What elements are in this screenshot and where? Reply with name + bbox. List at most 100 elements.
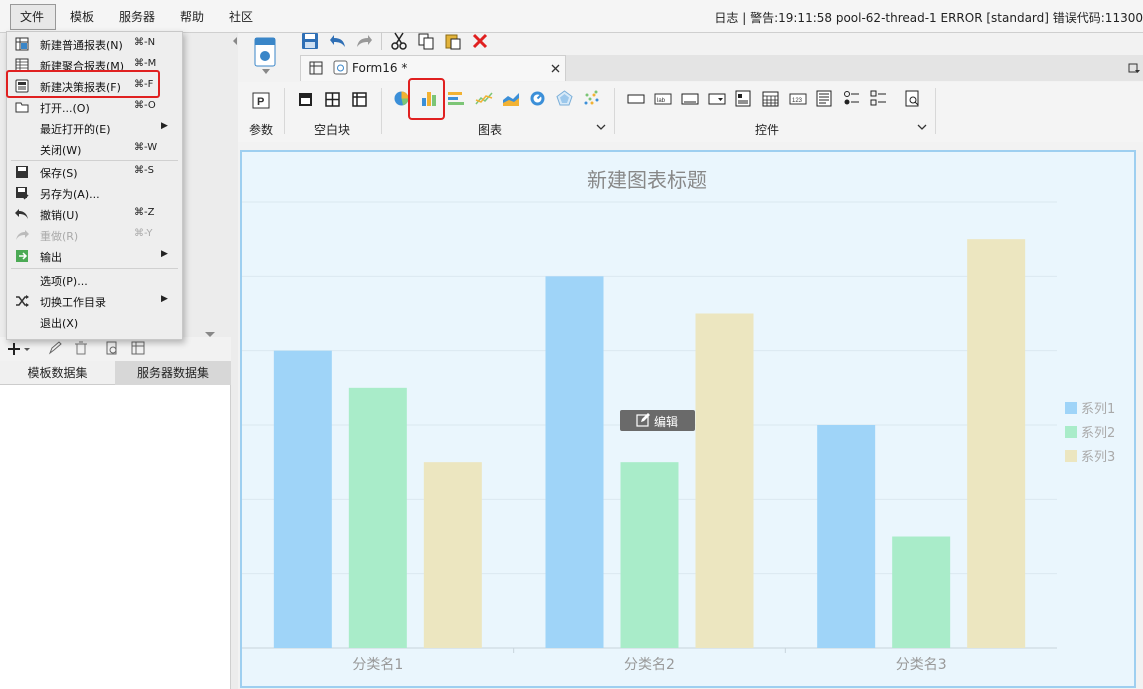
textbox-widget-icon[interactable]: [681, 92, 699, 106]
file-menu-item[interactable]: 另存为(A)...: [7, 183, 182, 204]
log-status-text[interactable]: 日志 | 警告:19:11:58 pool-62-thread-1 ERROR …: [714, 9, 1143, 26]
bar-chart-highlight: [408, 78, 445, 120]
combobox-widget-icon[interactable]: [708, 92, 726, 106]
absolute-layout-icon[interactable]: [298, 92, 313, 107]
chart-bars: [273, 239, 1026, 648]
form-widget-icon[interactable]: [735, 90, 751, 107]
date-widget-icon[interactable]: [762, 90, 779, 107]
area-chart-icon[interactable]: [502, 90, 520, 107]
edit-label: 编辑: [654, 415, 679, 429]
edit-icon[interactable]: [48, 341, 62, 355]
line-chart-icon[interactable]: [475, 90, 493, 107]
preview-icon[interactable]: [105, 341, 119, 355]
delete-icon[interactable]: [74, 341, 88, 355]
edit-icon: [636, 413, 650, 427]
menubar: 文件 模板 服务器 帮助 社区 日志 | 警告:19:11:58 pool-62…: [0, 0, 1143, 33]
cut-icon[interactable]: [390, 32, 408, 50]
menu-community[interactable]: 社区: [229, 8, 253, 25]
x-tick-label: 分类名3: [896, 657, 947, 673]
shortcut-label: ⌘-Y: [134, 228, 153, 239]
redo-icon[interactable]: [355, 32, 373, 50]
search-widget-icon[interactable]: [904, 90, 921, 107]
new-decision-report-highlight: [6, 70, 160, 98]
tab-template-dataset[interactable]: 模板数据集: [0, 361, 115, 385]
textarea-widget-icon[interactable]: [816, 90, 832, 107]
chart-bar: [273, 350, 332, 648]
delete-red-icon[interactable]: [471, 32, 489, 50]
save-icon: [16, 166, 28, 178]
tab-menu-icon[interactable]: [1128, 62, 1142, 74]
checkbox-group-widget-icon[interactable]: [870, 90, 887, 107]
gauge-chart-icon[interactable]: [529, 90, 546, 107]
file-menu-item-label: 另存为(A)...: [40, 188, 100, 201]
file-menu-item[interactable]: 保存(S) ⌘-S: [7, 162, 182, 183]
widget-more-chevron-icon[interactable]: [917, 124, 927, 131]
legend-swatch: [1065, 402, 1077, 414]
number-widget-icon[interactable]: 123: [789, 92, 807, 106]
x-tick-label: 分类名2: [624, 657, 675, 673]
file-menu-item[interactable]: 选项(P)...: [7, 270, 182, 291]
x-tick-label: 分类名1: [352, 657, 403, 673]
paste-icon[interactable]: [444, 32, 462, 50]
file-menu-item[interactable]: 关闭(W) ⌘-W: [7, 139, 182, 160]
undo-icon: [15, 209, 28, 219]
radio-group-widget-icon[interactable]: [843, 90, 860, 107]
horizontal-bar-chart-icon[interactable]: [447, 90, 465, 107]
menu-file[interactable]: 文件: [20, 8, 44, 25]
file-menu-item[interactable]: 切换工作目录 ▶: [7, 291, 182, 312]
file-menu-item-label: 打开...(O): [40, 102, 90, 115]
legend-label: 系列3: [1081, 450, 1115, 465]
chart-title: 新建图表标题: [587, 168, 707, 192]
table-layout-icon[interactable]: [352, 92, 367, 107]
chart-bar: [620, 462, 679, 648]
shortcut-label: ⌘-W: [134, 142, 158, 153]
chart-bar: [817, 425, 876, 648]
menu-template[interactable]: 模板: [70, 8, 94, 25]
redo-icon: [16, 230, 29, 240]
chart-labels: 分类名1 分类名2 分类名3: [352, 657, 946, 673]
copy-icon[interactable]: [417, 32, 435, 50]
edit-chart-button[interactable]: 编辑: [620, 410, 695, 431]
group-label-param: 参数: [249, 123, 274, 137]
chart-bar: [348, 387, 407, 648]
shortcut-label: ⌘-Z: [134, 207, 155, 218]
dataset-edit-icon[interactable]: [131, 341, 145, 355]
file-menu-item[interactable]: 最近打开的(E) ▶: [7, 118, 182, 139]
svg-text:lab: lab: [657, 98, 666, 104]
button-widget-icon[interactable]: [627, 92, 645, 106]
chart-bar: [967, 239, 1026, 648]
undo-icon[interactable]: [329, 32, 347, 50]
tab-server-dataset[interactable]: 服务器数据集: [115, 361, 231, 385]
legend-swatch: [1065, 450, 1077, 462]
legend-label: 系列1: [1081, 402, 1115, 417]
panel-splitter[interactable]: [231, 33, 238, 689]
radar-chart-icon[interactable]: [556, 90, 573, 107]
file-menu-item[interactable]: 打开...(O) ⌘-O: [7, 97, 182, 118]
menu-server[interactable]: 服务器: [119, 8, 155, 25]
toolbar-separator: [381, 32, 382, 50]
chart-bar: [695, 313, 754, 648]
group-label-chart: 图表: [478, 123, 503, 137]
file-menu-item[interactable]: 退出(X): [7, 312, 182, 333]
file-menu-item[interactable]: 重做(R) ⌘-Y: [7, 225, 182, 246]
menu-help[interactable]: 帮助: [180, 8, 204, 25]
save-icon[interactable]: [301, 32, 319, 50]
menu-separator: [11, 268, 178, 269]
new-form-icon[interactable]: [238, 33, 292, 88]
file-menu-item[interactable]: 撤销(U) ⌘-Z: [7, 204, 182, 225]
label-widget-icon[interactable]: lab: [654, 92, 672, 106]
chart-more-chevron-icon[interactable]: [596, 124, 606, 131]
add-dataset-icon[interactable]: [8, 342, 30, 356]
svg-text:123: 123: [792, 98, 803, 104]
close-icon[interactable]: [551, 64, 560, 73]
file-menu-item-label: 关闭(W): [40, 144, 82, 157]
shuffle-icon: [16, 295, 29, 307]
shortcut-label: ⌘-N: [134, 37, 156, 48]
file-menu-item-label: 保存(S): [40, 167, 78, 180]
file-menu-item[interactable]: 新建普通报表(N) ⌘-N: [7, 34, 182, 55]
parameter-icon[interactable]: P: [252, 92, 270, 109]
scatter-chart-icon[interactable]: [583, 90, 600, 107]
chart-legend: 系列1 系列2 系列3: [1065, 402, 1115, 465]
split-layout-icon[interactable]: [325, 92, 340, 107]
file-menu-item[interactable]: 输出 ▶: [7, 246, 182, 267]
